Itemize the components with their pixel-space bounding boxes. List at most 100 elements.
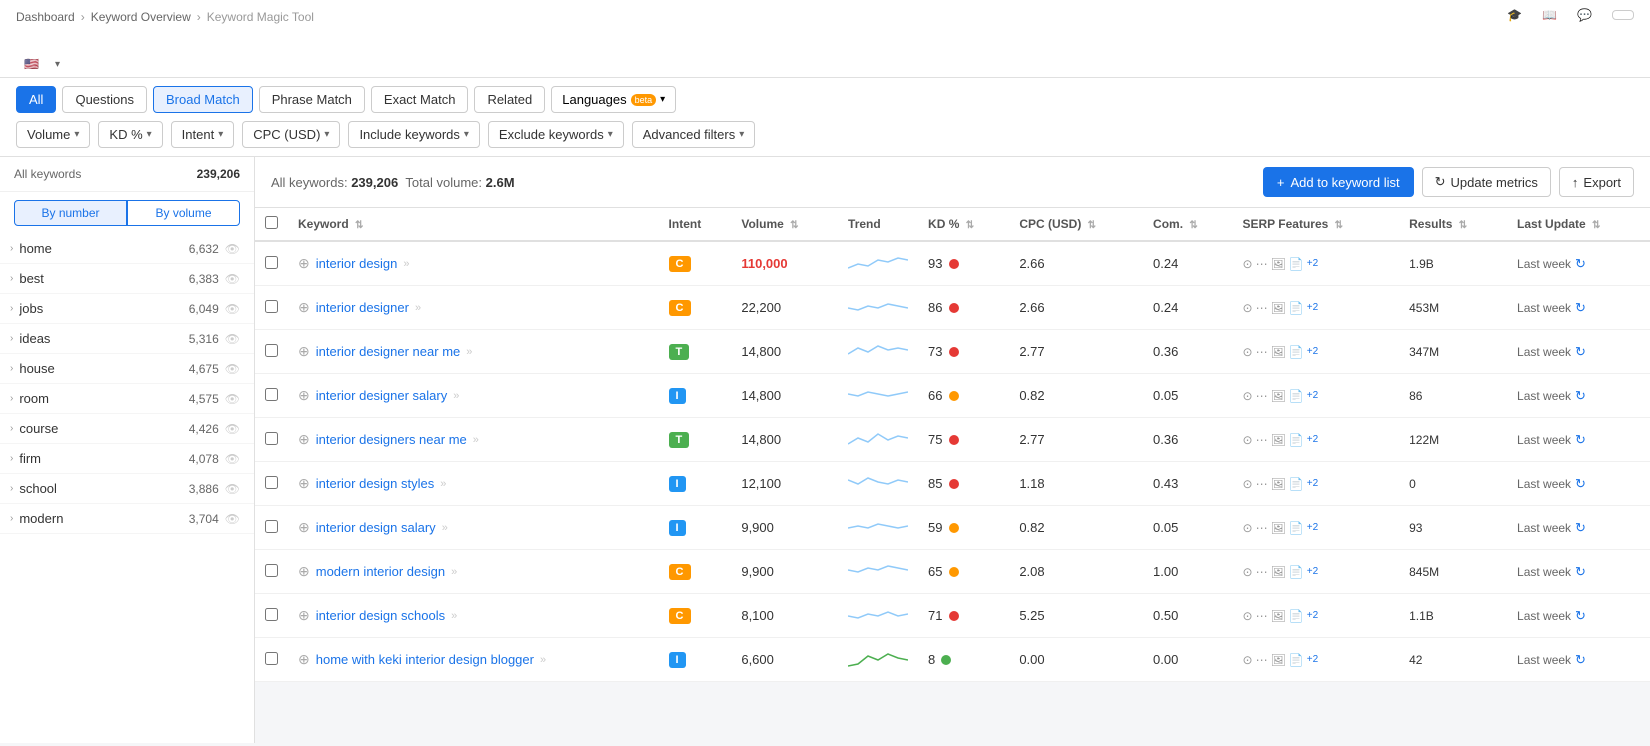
refresh-icon[interactable]: ↻ xyxy=(1575,432,1586,448)
add-keyword-icon[interactable]: ⊕ xyxy=(298,431,310,448)
serp-more-icon[interactable]: +2 xyxy=(1307,346,1318,357)
advanced-filters[interactable]: Advanced filters ▾ xyxy=(632,121,756,148)
keyword-link[interactable]: interior design styles xyxy=(316,476,435,491)
sort-by-volume[interactable]: By volume xyxy=(127,200,240,226)
add-keyword-icon[interactable]: ⊕ xyxy=(298,519,310,536)
keyword-link[interactable]: interior design salary xyxy=(316,520,436,535)
row-checkbox-cell[interactable] xyxy=(255,286,288,330)
intent-filter[interactable]: Intent ▾ xyxy=(171,121,235,148)
serp-more-icon[interactable]: +2 xyxy=(1307,610,1318,621)
refresh-icon[interactable]: ↻ xyxy=(1575,476,1586,492)
row-checkbox[interactable] xyxy=(265,300,278,313)
refresh-icon[interactable]: ↻ xyxy=(1575,256,1586,272)
tab-related[interactable]: Related xyxy=(474,86,545,113)
add-keyword-icon[interactable]: ⊕ xyxy=(298,475,310,492)
sidebar-item[interactable]: › ideas 5,316 👁 xyxy=(0,324,254,354)
row-checkbox[interactable] xyxy=(265,344,278,357)
export-button[interactable]: ↑ Export xyxy=(1559,167,1634,197)
refresh-icon[interactable]: ↻ xyxy=(1575,300,1586,316)
update-metrics-button[interactable]: ↻ Update metrics xyxy=(1422,167,1551,197)
serp-more-icon[interactable]: +2 xyxy=(1307,522,1318,533)
refresh-icon[interactable]: ↻ xyxy=(1575,652,1586,668)
serp-more-icon[interactable]: +2 xyxy=(1307,390,1318,401)
sidebar-item[interactable]: › best 6,383 👁 xyxy=(0,264,254,294)
sidebar-item[interactable]: › school 3,886 👁 xyxy=(0,474,254,504)
row-checkbox[interactable] xyxy=(265,256,278,269)
keyword-research-course-link[interactable]: 🎓 xyxy=(1507,8,1526,22)
row-checkbox[interactable] xyxy=(265,476,278,489)
tab-exact-match[interactable]: Exact Match xyxy=(371,86,469,113)
refresh-icon[interactable]: ↻ xyxy=(1575,520,1586,536)
add-keyword-icon[interactable]: ⊕ xyxy=(298,387,310,404)
add-keyword-icon[interactable]: ⊕ xyxy=(298,563,310,580)
row-checkbox[interactable] xyxy=(265,652,278,665)
send-feedback-link[interactable]: 💬 xyxy=(1577,8,1596,22)
tab-phrase-match[interactable]: Phrase Match xyxy=(259,86,365,113)
sidebar-item[interactable]: › home 6,632 👁 xyxy=(0,234,254,264)
serp-more-icon[interactable]: +2 xyxy=(1307,258,1318,269)
serp-more-icon[interactable]: +2 xyxy=(1307,566,1318,577)
results-column-header[interactable]: Results ⇅ xyxy=(1399,208,1507,241)
row-checkbox-cell[interactable] xyxy=(255,594,288,638)
sidebar-item[interactable]: › course 4,426 👁 xyxy=(0,414,254,444)
tab-all[interactable]: All xyxy=(16,86,56,113)
serp-more-icon[interactable]: +2 xyxy=(1307,434,1318,445)
row-checkbox-cell[interactable] xyxy=(255,241,288,286)
cpc-column-header[interactable]: CPC (USD) ⇅ xyxy=(1009,208,1143,241)
row-checkbox[interactable] xyxy=(265,520,278,533)
cpc-filter[interactable]: CPC (USD) ▾ xyxy=(242,121,340,148)
view-search-history-button[interactable] xyxy=(1612,10,1634,20)
tab-questions[interactable]: Questions xyxy=(62,86,147,113)
volume-column-header[interactable]: Volume ⇅ xyxy=(731,208,838,241)
kd-filter[interactable]: KD % ▾ xyxy=(98,121,162,148)
row-checkbox-cell[interactable] xyxy=(255,330,288,374)
refresh-icon[interactable]: ↻ xyxy=(1575,564,1586,580)
breadcrumb-dashboard[interactable]: Dashboard xyxy=(16,10,75,24)
serp-more-icon[interactable]: +2 xyxy=(1307,302,1318,313)
sidebar-item[interactable]: › house 4,675 👁 xyxy=(0,354,254,384)
sidebar-item[interactable]: › firm 4,078 👁 xyxy=(0,444,254,474)
row-checkbox[interactable] xyxy=(265,564,278,577)
keyword-link[interactable]: interior design xyxy=(316,256,398,271)
refresh-icon[interactable]: ↻ xyxy=(1575,344,1586,360)
last-update-column-header[interactable]: Last Update ⇅ xyxy=(1507,208,1650,241)
row-checkbox[interactable] xyxy=(265,432,278,445)
row-checkbox-cell[interactable] xyxy=(255,638,288,682)
refresh-icon[interactable]: ↻ xyxy=(1575,388,1586,404)
add-keyword-icon[interactable]: ⊕ xyxy=(298,255,310,272)
select-all-header[interactable] xyxy=(255,208,288,241)
sidebar-item[interactable]: › room 4,575 👁 xyxy=(0,384,254,414)
languages-button[interactable]: Languages beta ▾ xyxy=(551,86,676,113)
row-checkbox-cell[interactable] xyxy=(255,462,288,506)
keyword-link[interactable]: modern interior design xyxy=(316,564,445,579)
keyword-link[interactable]: interior designer salary xyxy=(316,388,448,403)
user-manual-link[interactable]: 📖 xyxy=(1542,8,1561,22)
intent-column-header[interactable]: Intent xyxy=(659,208,732,241)
serp-features-column-header[interactable]: SERP Features ⇅ xyxy=(1233,208,1400,241)
volume-filter[interactable]: Volume ▾ xyxy=(16,121,90,148)
add-to-keyword-list-button[interactable]: + Add to keyword list xyxy=(1263,167,1414,197)
keyword-link[interactable]: interior designers near me xyxy=(316,432,467,447)
select-all-checkbox[interactable] xyxy=(265,216,278,229)
row-checkbox-cell[interactable] xyxy=(255,418,288,462)
sidebar-item[interactable]: › modern 3,704 👁 xyxy=(0,504,254,534)
serp-more-icon[interactable]: +2 xyxy=(1307,654,1318,665)
keyword-link[interactable]: home with keki interior design blogger xyxy=(316,652,534,667)
row-checkbox[interactable] xyxy=(265,608,278,621)
row-checkbox[interactable] xyxy=(265,388,278,401)
exclude-keywords-filter[interactable]: Exclude keywords ▾ xyxy=(488,121,624,148)
serp-more-icon[interactable]: +2 xyxy=(1307,478,1318,489)
refresh-icon[interactable]: ↻ xyxy=(1575,608,1586,624)
breadcrumb-keyword-overview[interactable]: Keyword Overview xyxy=(91,10,191,24)
keyword-link[interactable]: interior design schools xyxy=(316,608,445,623)
kd-column-header[interactable]: KD % ⇅ xyxy=(918,208,1009,241)
com-column-header[interactable]: Com. ⇅ xyxy=(1143,208,1232,241)
add-keyword-icon[interactable]: ⊕ xyxy=(298,651,310,668)
include-keywords-filter[interactable]: Include keywords ▾ xyxy=(348,121,479,148)
add-keyword-icon[interactable]: ⊕ xyxy=(298,607,310,624)
add-keyword-icon[interactable]: ⊕ xyxy=(298,343,310,360)
keyword-link[interactable]: interior designer near me xyxy=(316,344,461,359)
row-checkbox-cell[interactable] xyxy=(255,550,288,594)
sidebar-item[interactable]: › jobs 6,049 👁 xyxy=(0,294,254,324)
add-keyword-icon[interactable]: ⊕ xyxy=(298,299,310,316)
